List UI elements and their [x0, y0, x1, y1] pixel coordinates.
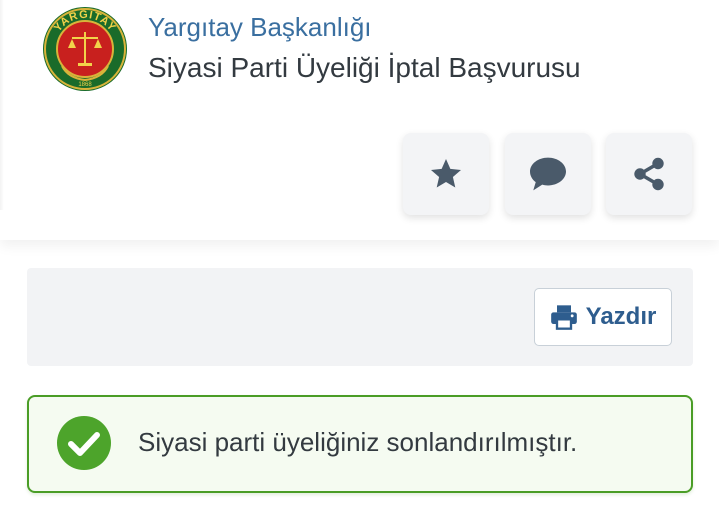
alert-message: Siyasi parti üyeliğiniz sonlandırılmıştı…	[138, 427, 578, 457]
org-name[interactable]: Yargıtay Başkanlığı	[148, 12, 372, 43]
logo-year: 1868	[78, 82, 92, 88]
share-icon	[634, 157, 664, 191]
favorite-button[interactable]	[403, 133, 489, 215]
header-edge-shadow	[0, 0, 4, 210]
service-title: Siyasi Parti Üyeliği İptal Başvurusu	[148, 52, 581, 83]
page: YARGITAY 1868 Yargıtay Başkanlığı Siyasi…	[0, 0, 719, 514]
printer-icon	[550, 305, 577, 330]
yargitay-logo-icon: YARGITAY 1868	[43, 7, 127, 91]
comment-icon	[530, 157, 566, 191]
print-button[interactable]: Yazdır	[534, 288, 672, 346]
check-circle-icon	[57, 416, 111, 470]
print-label: Yazdır	[585, 303, 657, 330]
header-card: YARGITAY 1868 Yargıtay Başkanlığı Siyasi…	[0, 0, 719, 240]
comment-button[interactable]	[505, 133, 591, 215]
share-button[interactable]	[606, 133, 692, 215]
star-icon	[431, 159, 461, 188]
